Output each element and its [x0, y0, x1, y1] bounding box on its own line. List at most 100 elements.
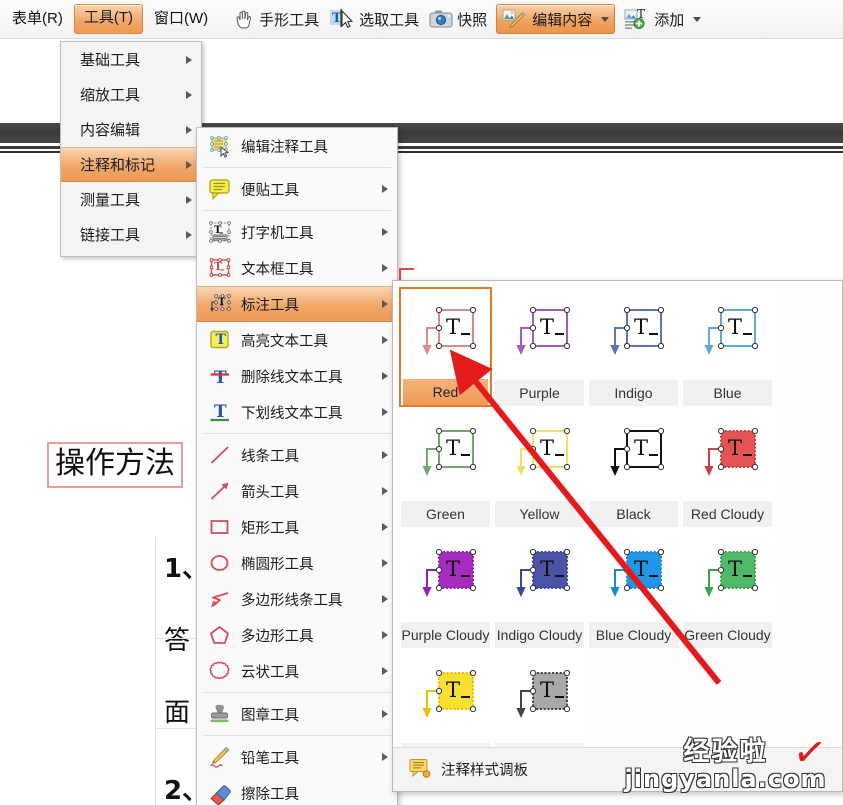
rectangle-icon: [208, 515, 232, 539]
chevron-right-icon: [382, 595, 388, 603]
toolbar-hand-tool[interactable]: 手形工具: [226, 4, 324, 34]
annotation-menu-item[interactable]: 椭圆形工具: [197, 545, 397, 581]
callout-style-preview-icon: T: [589, 530, 678, 622]
chevron-right-icon: [382, 300, 388, 308]
callout-style-label: Red: [403, 379, 488, 405]
annotation-menu-item[interactable]: 多边形工具: [197, 617, 397, 653]
chevron-right-icon: [382, 631, 388, 639]
annotation-menu-item[interactable]: 多边形线条工具: [197, 581, 397, 617]
callout-style-preview-icon: T: [589, 409, 678, 501]
chevron-right-icon: [382, 264, 388, 272]
callout-style-label: Red Cloudy: [683, 501, 772, 527]
toolbar-snapshot[interactable]: 快照: [424, 4, 492, 34]
tools-menu-item[interactable]: 链接工具: [61, 217, 201, 252]
tools-menu-item-label: 内容编辑: [80, 122, 141, 139]
callout-style-preview-icon: T: [683, 288, 772, 380]
chevron-right-icon: [382, 408, 388, 416]
menu-separator: [203, 433, 391, 434]
callout-style-swatch[interactable]: T Green Cloudy: [681, 529, 774, 649]
annotation-menu-item[interactable]: T 删除线文本工具: [197, 358, 397, 394]
tools-menu-item[interactable]: 内容编辑: [61, 112, 201, 147]
annotation-menu-item[interactable]: 擦除工具: [197, 775, 397, 805]
callout-style-preview-icon: T: [401, 409, 490, 501]
stamp-icon: [208, 702, 232, 726]
chevron-right-icon: [382, 185, 388, 193]
callout-style-swatch[interactable]: T Indigo Cloudy: [493, 529, 586, 649]
annotation-menu-item[interactable]: T 高亮文本工具: [197, 322, 397, 358]
annotation-menu-item[interactable]: 图章工具: [197, 696, 397, 732]
svg-text:T: T: [446, 557, 460, 581]
annotation-menu-item[interactable]: T 下划线文本工具: [197, 394, 397, 430]
svg-text:T: T: [214, 225, 222, 236]
callout-style-label: Indigo Cloudy: [495, 622, 584, 648]
svg-text:T: T: [634, 315, 648, 339]
callout-style-swatch[interactable]: T Blue Cloudy: [587, 529, 680, 649]
toolbar-edit-content[interactable]: 编辑内容: [496, 4, 616, 34]
polyline-icon: [208, 587, 232, 611]
callout-style-swatch[interactable]: T Purple Cloudy: [399, 529, 492, 649]
toolbar-select-tool[interactable]: T 选取工具: [324, 4, 424, 34]
callout-style-swatch[interactable]: T Red Cloudy: [681, 408, 774, 528]
svg-text:T: T: [728, 436, 742, 460]
menu-separator: [203, 210, 391, 211]
svg-text:T: T: [634, 557, 648, 581]
chevron-right-icon: [382, 451, 388, 459]
annotation-menu-item[interactable]: 箭头工具: [197, 473, 397, 509]
annotation-menu-item[interactable]: 矩形工具: [197, 509, 397, 545]
callout-style-label: Green Cloudy: [683, 622, 772, 648]
chevron-right-icon: [186, 195, 192, 204]
hand-tool-icon: [231, 7, 255, 31]
toolbar-add[interactable]: T 添加: [619, 4, 706, 34]
callout-style-swatch[interactable]: T Red: [399, 287, 492, 407]
svg-text:T: T: [540, 678, 554, 702]
tools-menu: 基础工具缩放工具内容编辑注释和标记测量工具链接工具: [60, 41, 202, 257]
annotation-menu-item[interactable]: 铅笔工具: [197, 739, 397, 775]
svg-text:T: T: [446, 436, 460, 460]
tools-menu-item[interactable]: 测量工具: [61, 182, 201, 217]
annotation-menu-item[interactable]: 便贴工具: [197, 171, 397, 207]
callout-style-label: Yellow: [495, 501, 584, 527]
chevron-right-icon: [186, 90, 192, 99]
chevron-down-icon[interactable]: [601, 16, 610, 22]
chevron-right-icon: [382, 523, 388, 531]
sticky-note-icon: [208, 177, 232, 201]
menubar-item-window[interactable]: 窗口(W): [145, 5, 217, 33]
callout-style-preview-icon: T: [401, 651, 490, 743]
menubar-item-tools[interactable]: 工具(T): [73, 4, 143, 34]
annotation-menu-item[interactable]: T 打字机工具: [197, 214, 397, 250]
tools-menu-item[interactable]: 注释和标记: [61, 147, 201, 182]
annotation-menu-item[interactable]: T 标注工具: [197, 286, 397, 322]
callout-style-label: Blue Cloudy: [589, 622, 678, 648]
callout-style-swatch[interactable]: T Black: [587, 408, 680, 528]
typewriter-icon: T: [208, 220, 232, 244]
callout-style-preview-icon: T: [401, 530, 490, 622]
toolbar-add-label: 添加: [654, 11, 685, 29]
chevron-right-icon: [382, 336, 388, 344]
watermark: 经验啦 jingyanla.com ✓: [618, 729, 833, 799]
application-window: 操作方法 1、 答 面 2、 表单(R) 工具(T) 窗口(W) 手形工具 T …: [0, 0, 843, 805]
svg-text:T: T: [218, 297, 226, 308]
callout-style-swatch[interactable]: T Yellow: [493, 408, 586, 528]
annotation-menu-item-label: 线条工具: [241, 448, 299, 465]
annotation-menu-item[interactable]: 云状工具: [197, 653, 397, 689]
annotation-menu-item[interactable]: 编辑注释工具: [197, 128, 397, 164]
chevron-down-icon[interactable]: [693, 16, 702, 22]
callout-style-swatch[interactable]: T Purple: [493, 287, 586, 407]
chevron-right-icon: [382, 667, 388, 675]
arrow-icon: [208, 479, 232, 503]
annotation-menu-item[interactable]: 线条工具: [197, 437, 397, 473]
tools-menu-item-label: 测量工具: [80, 192, 141, 209]
tools-menu-item[interactable]: 缩放工具: [61, 77, 201, 112]
callout-style-swatch[interactable]: T Indigo: [587, 287, 680, 407]
chevron-right-icon: [382, 487, 388, 495]
svg-text:T: T: [540, 315, 554, 339]
tools-menu-item[interactable]: 基础工具: [61, 42, 201, 77]
annotation-menu-item[interactable]: T 文本框工具: [197, 250, 397, 286]
tools-menu-item-label: 缩放工具: [80, 87, 141, 104]
menubar-item-forms[interactable]: 表单(R): [3, 5, 72, 33]
callout-style-swatch[interactable]: T Green: [399, 408, 492, 528]
annotation-menu-item-label: 图章工具: [241, 707, 299, 724]
svg-text:T: T: [540, 557, 554, 581]
chevron-right-icon: [382, 228, 388, 236]
callout-style-swatch[interactable]: T Blue: [681, 287, 774, 407]
